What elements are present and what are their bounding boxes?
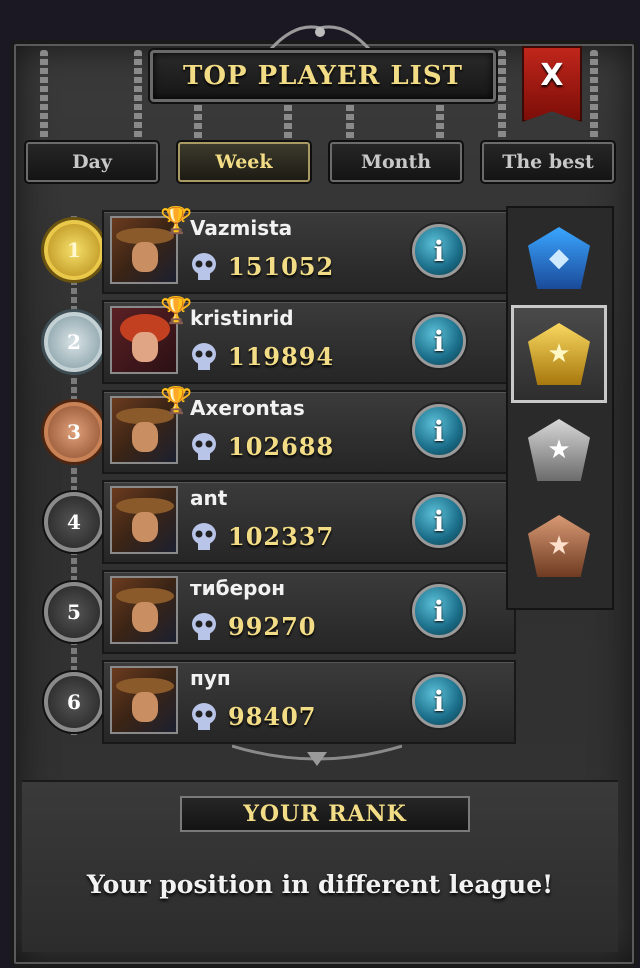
player-score: 102337 <box>228 522 335 551</box>
chain-decoration <box>71 216 77 736</box>
player-name: Axerontas <box>190 396 305 420</box>
info-button[interactable]: i <box>412 674 466 728</box>
list-item[interactable]: 🏆 kristinrid 119894 i <box>102 296 516 384</box>
bronze-league-icon: ★ <box>528 515 590 577</box>
info-icon: i <box>433 414 445 448</box>
chain-decoration <box>346 96 354 144</box>
diamond-league-icon: ◆ <box>528 227 590 289</box>
chain-decoration <box>284 96 292 144</box>
your-rank-panel: YOUR RANK Your position in different lea… <box>22 780 618 952</box>
league-message: Your position in different league! <box>86 870 554 899</box>
player-list: 1 🏆 Vazmista 151052 i 2 🏆 kristinrid 119… <box>22 196 516 744</box>
player-score: 151052 <box>228 252 335 281</box>
chain-decoration <box>590 50 598 140</box>
tab-week[interactable]: Week <box>178 142 310 182</box>
ornament-icon <box>232 744 402 766</box>
skull-icon <box>192 703 216 730</box>
list-item[interactable]: 🏆 Vazmista 151052 i <box>102 206 516 294</box>
your-rank-plate: YOUR RANK <box>180 796 470 832</box>
player-name: пуп <box>190 666 231 690</box>
list-item[interactable]: пуп 98407 i <box>102 660 516 744</box>
league-bronze[interactable]: ★ <box>514 500 604 592</box>
silver-trophy-icon: 🏆 <box>160 296 193 326</box>
chain-decoration <box>134 50 142 140</box>
rank-badge: 6 <box>44 672 104 732</box>
league-diamond[interactable]: ◆ <box>514 212 604 304</box>
your-rank-title: YOUR RANK <box>243 801 407 827</box>
info-icon: i <box>433 324 445 358</box>
ornament-icon <box>270 25 370 51</box>
silver-league-icon: ★ <box>528 419 590 481</box>
close-icon: X <box>540 58 564 93</box>
list-item[interactable]: ant 102337 i <box>102 480 516 564</box>
list-item[interactable]: 🏆 Axerontas 102688 i <box>102 386 516 474</box>
rank-badge-gold: 1 <box>44 220 104 280</box>
info-icon: i <box>433 234 445 268</box>
chain-decoration <box>194 96 202 144</box>
player-name: ant <box>190 486 228 510</box>
player-score: 102688 <box>228 432 335 461</box>
player-name: kristinrid <box>190 306 294 330</box>
info-button[interactable]: i <box>412 224 466 278</box>
avatar <box>110 576 178 644</box>
info-button[interactable]: i <box>412 584 466 638</box>
league-selector: ◆ ★ ★ ★ <box>506 206 614 610</box>
close-button[interactable]: X <box>522 46 582 122</box>
bronze-trophy-icon: 🏆 <box>160 386 193 416</box>
player-score: 119894 <box>228 342 335 371</box>
player-name: тиберон <box>190 576 286 600</box>
gold-trophy-icon: 🏆 <box>160 206 193 236</box>
chain-decoration <box>40 50 48 140</box>
skull-icon <box>192 613 216 640</box>
avatar <box>110 666 178 734</box>
rank-badge-silver: 2 <box>44 312 104 372</box>
tab-day[interactable]: Day <box>26 142 158 182</box>
info-icon: i <box>433 684 445 718</box>
title-plate: TOP PLAYER LIST <box>150 50 496 102</box>
skull-icon <box>192 433 216 460</box>
rank-badge: 5 <box>44 582 104 642</box>
list-item[interactable]: тиберон 99270 i <box>102 570 516 654</box>
info-icon: i <box>433 504 445 538</box>
player-score: 98407 <box>228 702 317 731</box>
tab-the-best[interactable]: The best <box>482 142 614 182</box>
info-button[interactable]: i <box>412 314 466 368</box>
info-button[interactable]: i <box>412 404 466 458</box>
tab-month[interactable]: Month <box>330 142 462 182</box>
gold-league-icon: ★ <box>528 323 590 385</box>
player-name: Vazmista <box>190 216 293 240</box>
league-silver[interactable]: ★ <box>514 404 604 496</box>
rank-badge-bronze: 3 <box>44 402 104 462</box>
chain-decoration <box>498 50 506 140</box>
rank-badge: 4 <box>44 492 104 552</box>
info-button[interactable]: i <box>412 494 466 548</box>
player-score: 99270 <box>228 612 317 641</box>
chain-decoration <box>436 96 444 144</box>
skull-icon <box>192 523 216 550</box>
avatar <box>110 486 178 554</box>
page-title: TOP PLAYER LIST <box>183 61 463 91</box>
league-gold[interactable]: ★ <box>511 305 607 403</box>
skull-icon <box>192 253 216 280</box>
info-icon: i <box>433 594 445 628</box>
skull-icon <box>192 343 216 370</box>
